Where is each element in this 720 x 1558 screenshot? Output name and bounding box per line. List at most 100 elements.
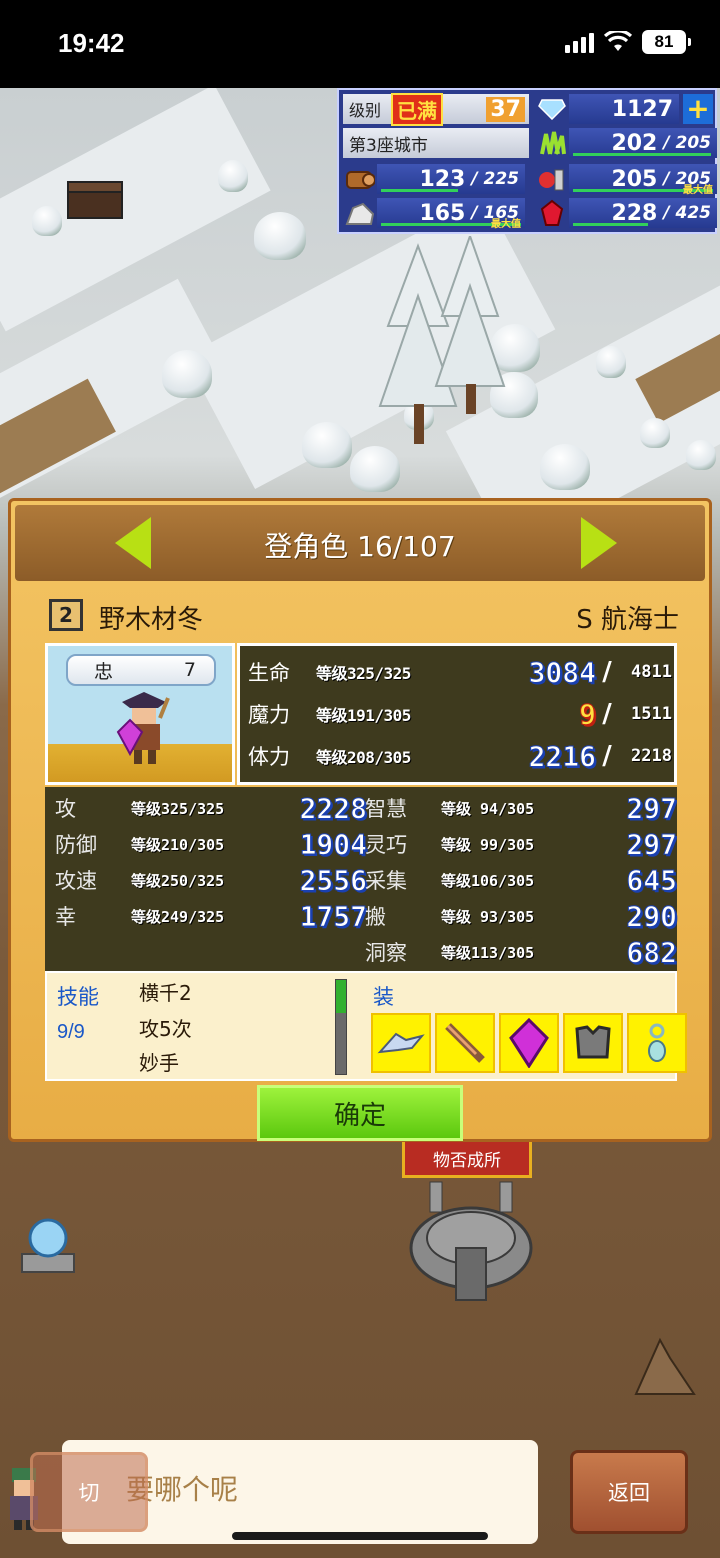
attribute-level: 等级 94/305 (441, 799, 535, 818)
attribute-row: 幸 等级249/325 1757 (55, 899, 368, 933)
snow-tree-icon (378, 236, 506, 444)
resource-current: 228 (611, 200, 658, 226)
equip-slot-armor[interactable] (563, 1013, 623, 1073)
wood-icon (343, 164, 377, 194)
equip-slot-sword[interactable] (435, 1013, 495, 1073)
skill-item[interactable]: 攻5次 (139, 1013, 192, 1042)
resource-value: 228/ 425 (569, 198, 717, 228)
next-character-arrow-icon[interactable] (581, 517, 617, 569)
vital-current: 3084 (528, 655, 596, 689)
attribute-row: 攻 等级325/325 2228 (55, 791, 368, 825)
attribute-row: 防御 等级210/305 1904 (55, 827, 368, 861)
attribute-value: 1904 (299, 827, 367, 861)
resource-value: 205/ 205 最大值 (569, 164, 717, 196)
loyalty-badge: 忠 7 (66, 654, 216, 686)
resource-hud: 级别 已满 37 第3座城市 1127 + 202/ 205 123/ 225 20… (337, 88, 717, 234)
character-name: 野木材冬 (99, 605, 204, 635)
diamond-icon (535, 94, 569, 124)
vitals-panel: 生命 等级325/325 3084/4811 魔力 等级191/305 9/1511 体力等… (237, 643, 677, 785)
add-gems-button[interactable]: + (683, 94, 713, 124)
resource-max-tag: 最大值 (491, 219, 521, 230)
vital-row: 生命 等级325/325 3084/ 4811 (248, 654, 672, 690)
switch-button[interactable]: 切 (30, 1452, 148, 1532)
skill-item[interactable]: 横千2 (139, 977, 192, 1006)
city-name: 第3座城市 (343, 128, 529, 158)
attribute-name: 攻 (55, 797, 76, 821)
resource-bar (573, 153, 711, 156)
attribute-level: 等级325/325 (131, 799, 225, 818)
skill-item[interactable]: 妙手 (139, 1047, 179, 1076)
attribute-level: 等级106/305 (441, 871, 535, 890)
attribute-value: 290 (626, 899, 678, 933)
attribute-row: 采集 等级106/305 645 (365, 863, 678, 897)
home-indicator[interactable] (232, 1532, 488, 1540)
attribute-level: 等级 93/305 (441, 907, 535, 926)
resource-bar (381, 189, 458, 192)
panel-header: 登角色 16/107 (15, 505, 705, 581)
grass-icon (535, 128, 569, 158)
chest-icon[interactable] (64, 178, 126, 222)
status-time: 19:42 (58, 28, 125, 58)
ruby-icon (535, 198, 569, 228)
wing-icon (377, 1032, 425, 1054)
attribute-level: 等级 99/305 (441, 835, 535, 854)
attribute-row: 洞察 等级113/305 682 (365, 935, 678, 969)
stone-icon (343, 198, 377, 228)
food-icon (535, 164, 569, 194)
loyalty-label: 忠 (94, 660, 114, 683)
vital-max: 4811 (631, 662, 672, 682)
vital-row: 体力 等级208/305 2216/ 2218 (248, 738, 672, 774)
equip-slot-amulet[interactable] (627, 1013, 687, 1073)
skills-equipment-panel: 技能 9/9 横千2 攻5次 妙手 装 (45, 971, 687, 1081)
vital-slash: / (602, 699, 612, 729)
confirm-button[interactable]: 确定 (257, 1085, 463, 1141)
attribute-value: 1757 (299, 899, 367, 933)
resource-row: 123/ 225 (343, 164, 525, 194)
attribute-level: 等级249/325 (131, 907, 225, 926)
attribute-row: 攻速 等级250/325 2556 (55, 863, 368, 897)
pirate-sprite-icon (116, 692, 170, 764)
gem-counter: 1127 (535, 94, 679, 124)
resource-current: 123 (419, 166, 466, 192)
attribute-value: 2556 (299, 863, 367, 897)
vital-level: 等级208/305 (316, 748, 411, 767)
amulet-icon (648, 1023, 666, 1062)
skill-gauge (335, 979, 347, 1075)
equip-slot-gem[interactable] (499, 1013, 559, 1073)
resource-value: 165/ 165 最大值 (377, 198, 525, 230)
vital-row: 魔力 等级191/305 9/ 1511 (248, 696, 672, 732)
wifi-icon (604, 31, 632, 51)
armor-icon (575, 1025, 611, 1059)
status-icons: 81 (565, 30, 691, 54)
attribute-level: 等级113/305 (441, 943, 535, 962)
equip-slot-wing[interactable] (371, 1013, 431, 1073)
sword-icon (445, 1023, 485, 1063)
resource-current: 202 (611, 130, 658, 156)
attribute-name: 灵巧 (365, 833, 407, 857)
attribute-name: 幸 (55, 905, 76, 929)
status-bar: 19:42 81 (0, 0, 720, 88)
attribute-name: 防御 (55, 833, 97, 857)
attribute-level: 等级250/325 (131, 871, 225, 890)
resource-max: / 425 (663, 203, 711, 223)
attributes-panel: 攻 等级325/325 2228 防御 等级210/305 1904 攻速 等级250/325… (45, 787, 678, 971)
character-portrait: 忠 7 (45, 643, 235, 785)
watchtower-icon[interactable] (386, 1178, 556, 1308)
back-button[interactable]: 返回 (570, 1450, 688, 1534)
resource-row: 205/ 205 最大值 (535, 164, 717, 196)
building-sign[interactable]: 物否成所 (402, 1140, 532, 1178)
vital-name: 魔力 (248, 703, 290, 727)
gem-icon (509, 1018, 549, 1068)
character-panel: 登角色 16/107 2 野木材冬 S 航海士 忠 7 生命 等级325/325 3… (8, 498, 712, 1142)
crystal-ball-icon[interactable] (16, 1210, 80, 1280)
resource-current: 205 (611, 166, 658, 192)
vital-current: 9 (579, 697, 597, 731)
loyalty-value: 7 (183, 659, 196, 681)
rock-icon (634, 1337, 696, 1395)
vital-slash: / (602, 741, 612, 771)
resource-row: 165/ 165 最大值 (343, 198, 525, 230)
vital-max: 2218 (631, 746, 672, 766)
attribute-value: 2228 (299, 791, 367, 825)
vital-max: 1511 (631, 704, 672, 724)
resource-bar (573, 223, 648, 226)
